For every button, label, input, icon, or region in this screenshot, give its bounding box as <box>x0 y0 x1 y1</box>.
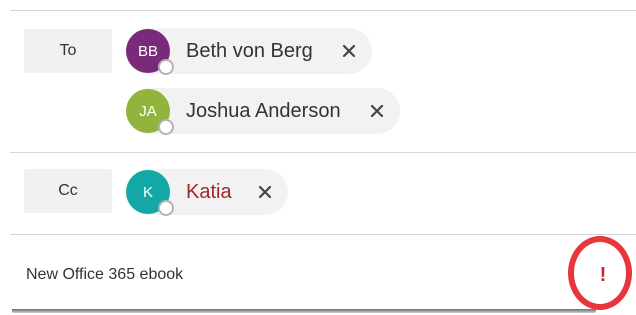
close-icon[interactable] <box>254 181 276 203</box>
avatar-initials: K <box>142 183 153 201</box>
high-importance-icon: ! <box>599 263 607 286</box>
divider <box>10 234 636 235</box>
avatar: JA <box>126 89 174 135</box>
to-button[interactable]: To <box>24 29 112 73</box>
presence-status-icon <box>158 119 174 135</box>
high-importance-button[interactable]: ! <box>578 248 628 302</box>
recipient-chip-beth-von-berg[interactable]: BB Beth von Berg <box>126 28 372 75</box>
presence-status-icon <box>158 200 174 216</box>
recipient-name: Katia <box>186 180 232 203</box>
recipient-chip-katia[interactable]: K Katia <box>126 169 288 216</box>
avatar-initials: BB <box>137 42 158 60</box>
close-icon[interactable] <box>338 40 360 62</box>
subject-field[interactable]: New Office 365 ebook <box>26 266 183 284</box>
divider <box>10 152 636 153</box>
recipient-name: Joshua Anderson <box>186 99 341 122</box>
recipient-chip-joshua-anderson[interactable]: JA Joshua Anderson <box>126 88 400 135</box>
top-divider <box>10 10 636 11</box>
avatar: K <box>126 170 174 216</box>
avatar: BB <box>126 29 174 75</box>
avatar-initials: JA <box>139 102 157 120</box>
recipient-name: Beth von Berg <box>186 39 313 62</box>
presence-status-icon <box>158 59 174 75</box>
bottom-shadow <box>12 309 596 313</box>
cc-button[interactable]: Cc <box>24 169 112 213</box>
close-icon[interactable] <box>366 100 388 122</box>
